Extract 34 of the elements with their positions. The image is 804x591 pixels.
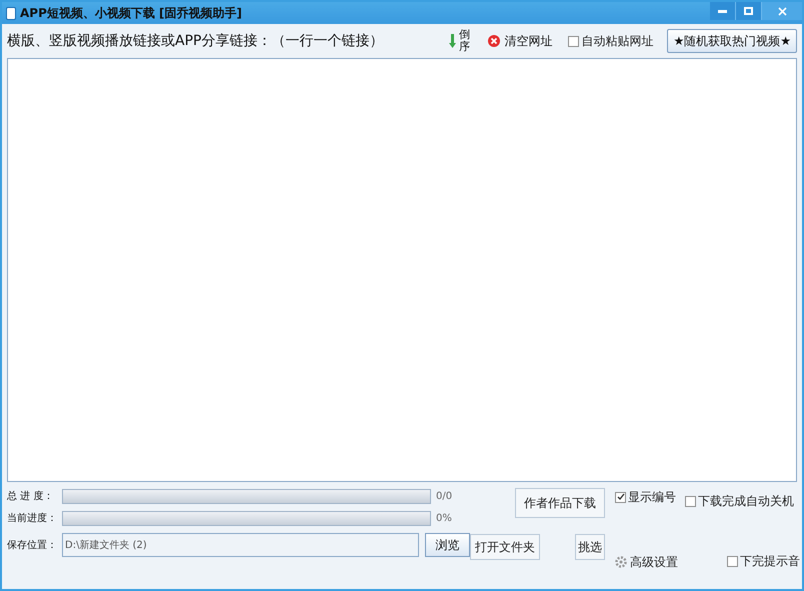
reverse-button[interactable]: 倒序 [449,29,470,53]
window-title: APP短视频、小视频下载 [固乔视频助手] [20,5,242,22]
check-icon [616,493,624,501]
checkbox-option[interactable]: 下完提示音 [727,552,800,570]
clear-button[interactable]: 清空网址 [488,32,552,50]
progress-label: 当前进度： [7,512,58,526]
progress-reading: 0% [436,512,452,526]
clear-icon [488,35,500,47]
maximize-button[interactable] [736,2,762,20]
app-icon [6,6,16,20]
prompt-text: 横版、竖版视频播放链接或APP分享链接：（一行一个链接） [7,32,384,50]
save-path-field[interactable]: D:\新建文件夹 (2) [62,533,419,557]
checkbox[interactable] [568,36,580,46]
close-icon [778,6,786,16]
down-arrow-icon [449,34,456,48]
minimize-button[interactable] [710,2,736,20]
pick-button[interactable]: 挑选 [575,534,605,560]
gear-icon [615,556,627,568]
progress-reading: 0/0 [436,490,452,504]
close-button[interactable] [762,2,802,20]
open-folder-button[interactable]: 打开文件夹 [470,534,540,560]
advanced-settings-button[interactable]: 高级设置 [615,553,678,571]
checkbox[interactable] [727,556,738,566]
browse-button[interactable]: 浏览 [425,533,470,557]
author-works-button[interactable]: 作者作品下载 [515,488,605,518]
checkbox-option[interactable]: 下载完成自动关机 [685,492,794,510]
checkbox-option[interactable]: 自动粘贴网址 [568,32,654,50]
checkbox[interactable] [615,492,626,502]
progress-label: 总 进 度： [7,490,54,504]
minimize-icon [718,10,727,12]
random-videos-button[interactable]: ★随机获取热门视频★ [667,29,797,53]
checkbox[interactable] [685,496,696,506]
checkbox-option[interactable]: 显示编号 [615,488,676,506]
save-label: 保存位置： [7,538,58,552]
